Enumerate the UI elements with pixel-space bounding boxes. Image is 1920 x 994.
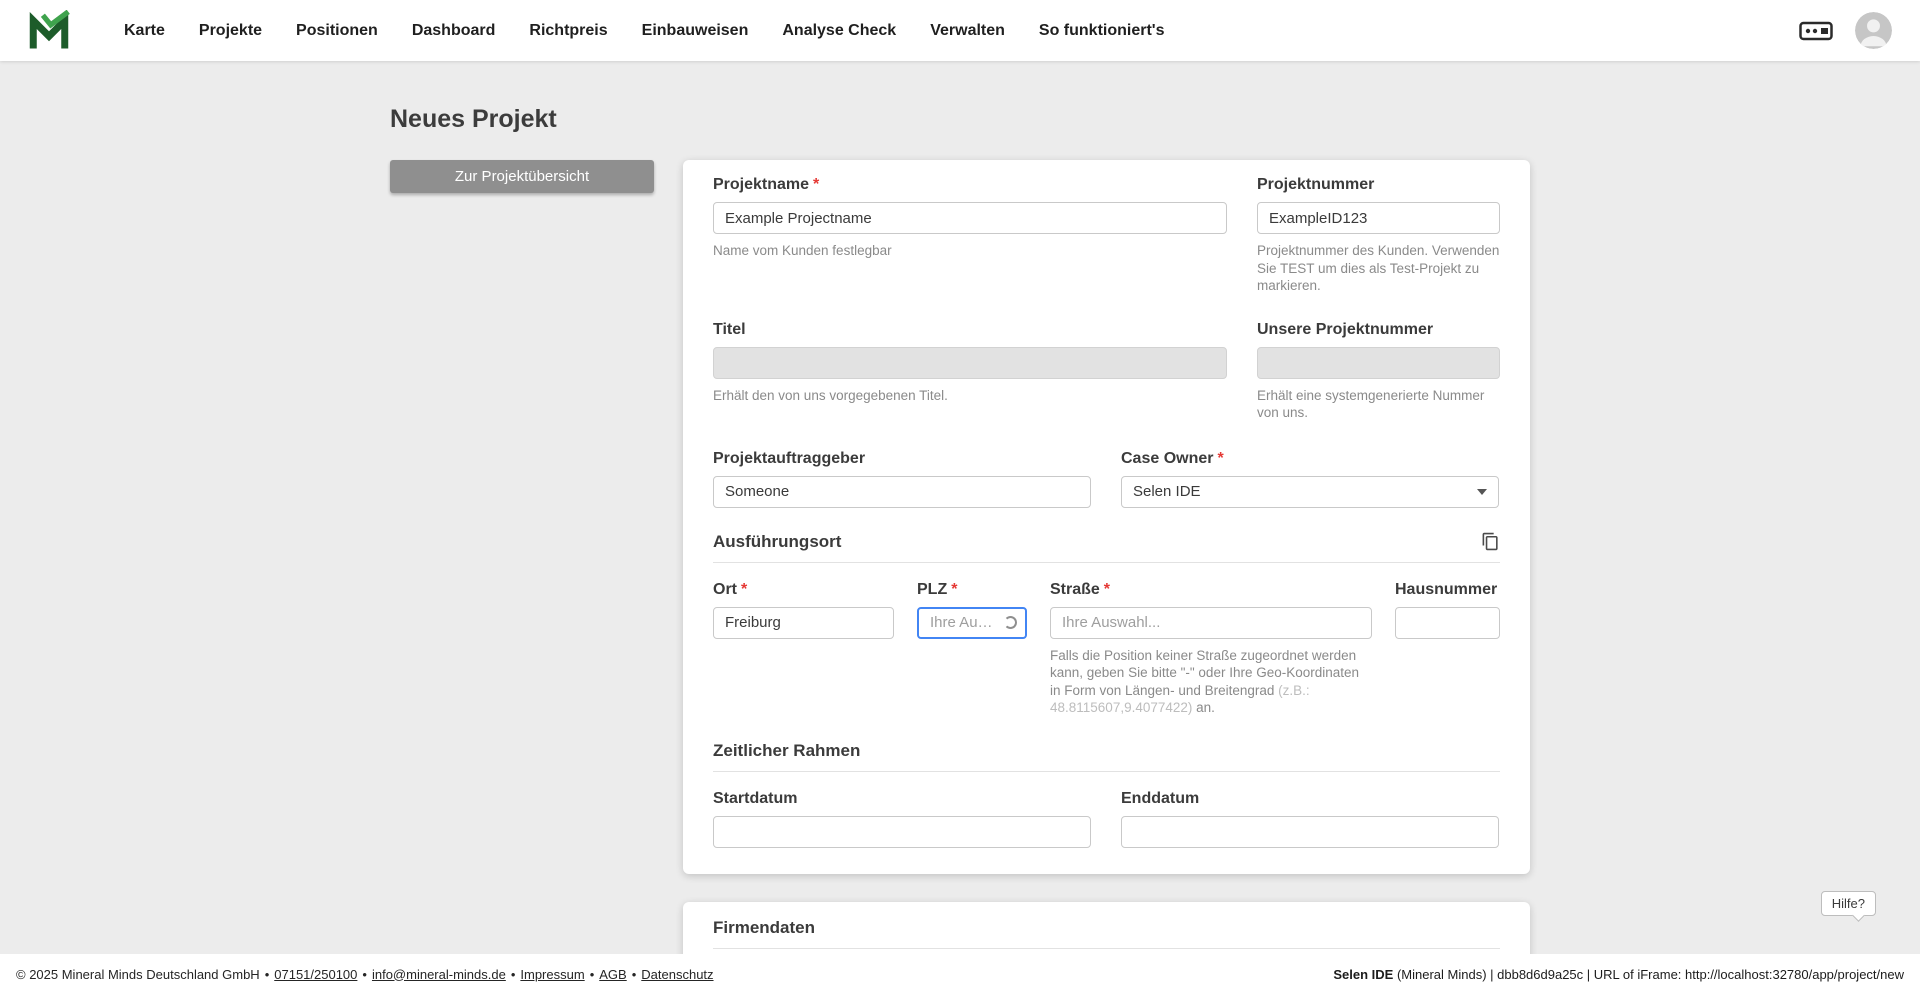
nav-item-analyse-check[interactable]: Analyse Check bbox=[782, 22, 896, 40]
required-asterisk: * bbox=[813, 176, 820, 193]
separator-dot: • bbox=[362, 966, 367, 982]
separator-dot: • bbox=[589, 966, 595, 982]
nav-item-projekte[interactable]: Projekte bbox=[199, 22, 262, 40]
unsere-projektnummer-helper: Erhält eine systemgenerierte Nummer von … bbox=[1257, 387, 1485, 421]
nav-item-richtpreis[interactable]: Richtpreis bbox=[529, 22, 607, 40]
separator-dot: • bbox=[510, 966, 516, 982]
projektname-helper: Name vom Kunden festlegbar bbox=[713, 243, 892, 258]
case-owner-label: Case Owner * bbox=[1121, 449, 1224, 467]
footer-impressum-link[interactable]: Impressum bbox=[520, 967, 584, 982]
hausnummer-input[interactable] bbox=[1395, 606, 1500, 639]
footer-phone-link[interactable]: 07151/250100 bbox=[274, 967, 357, 982]
required-asterisk: * bbox=[1217, 449, 1224, 467]
device-icon[interactable] bbox=[1799, 19, 1833, 43]
ort-input[interactable] bbox=[713, 606, 894, 639]
enddatum-input[interactable] bbox=[1121, 815, 1499, 848]
topbar-right bbox=[1799, 12, 1892, 49]
loading-spinner-icon bbox=[1004, 616, 1017, 630]
main-content: Neues Projekt Zur Projektübersicht Proje… bbox=[0, 61, 1920, 954]
plz-label: PLZ * bbox=[917, 580, 958, 598]
plz-placeholder: Ihre Auswahl... bbox=[930, 614, 999, 632]
separator-dot: • bbox=[631, 966, 637, 982]
unsere-projektnummer-input bbox=[1257, 346, 1500, 379]
separator-dot: • bbox=[264, 966, 270, 982]
footer-left: © 2025 Mineral Minds Deutschland GmbH • … bbox=[16, 967, 714, 982]
case-owner-select[interactable]: Selen IDE bbox=[1121, 475, 1499, 508]
main-nav: Karte Projekte Positionen Dashboard Rich… bbox=[124, 22, 1165, 40]
footer-session-text: (Mineral Minds) | dbb8d6d9a25c | URL of … bbox=[1393, 966, 1904, 982]
footer-user-name: Selen IDE bbox=[1333, 966, 1394, 982]
new-project-form-card: Projektname* Name vom Kunden festlegbar … bbox=[683, 160, 1530, 874]
footer-email-link[interactable]: info@mineral-minds.de bbox=[372, 967, 506, 982]
nav-item-einbauweisen[interactable]: Einbauweisen bbox=[642, 22, 749, 40]
zeitlicher-rahmen-title: Zeitlicher Rahmen bbox=[713, 740, 861, 760]
nav-item-so-funktionierts[interactable]: So funktioniert's bbox=[1039, 22, 1165, 40]
case-owner-value: Selen IDE bbox=[1133, 483, 1201, 501]
footer: © 2025 Mineral Minds Deutschland GmbH • … bbox=[0, 954, 1920, 994]
unsere-projektnummer-label: Unsere Projektnummer bbox=[1257, 320, 1434, 338]
startdatum-input[interactable] bbox=[713, 815, 1091, 848]
nav-item-positionen[interactable]: Positionen bbox=[296, 22, 378, 40]
section-ausfuehrungsort: Ausführungsort bbox=[713, 532, 1500, 563]
copyright-text: © 2025 Mineral Minds Deutschland GmbH bbox=[16, 966, 260, 982]
hausnummer-label: Hausnummer bbox=[1395, 580, 1498, 598]
project-overview-button[interactable]: Zur Projektübersicht bbox=[390, 160, 654, 193]
titel-helper: Erhält den von uns vorgegebenen Titel. bbox=[713, 387, 948, 403]
nav-item-dashboard[interactable]: Dashboard bbox=[412, 22, 496, 40]
firmendaten-card: Firmendaten bbox=[683, 901, 1530, 954]
top-navigation-bar: Karte Projekte Positionen Dashboard Rich… bbox=[0, 0, 1920, 61]
page-title: Neues Projekt bbox=[390, 105, 557, 133]
strasse-input[interactable] bbox=[1050, 606, 1372, 639]
strasse-helper: Falls die Position keiner Straße zugeord… bbox=[1050, 647, 1360, 716]
projektnummer-label: Projektnummer bbox=[1257, 176, 1375, 193]
projektname-input[interactable] bbox=[713, 202, 1227, 234]
projektauftraggeber-label: Projektauftraggeber bbox=[713, 449, 866, 467]
ausfuehrungsort-title: Ausführungsort bbox=[713, 531, 842, 551]
strasse-label: Straße * bbox=[1050, 580, 1111, 598]
footer-datenschutz-link[interactable]: Datenschutz bbox=[641, 967, 713, 982]
section-firmendaten: Firmendaten bbox=[713, 918, 1500, 949]
required-asterisk: * bbox=[951, 580, 958, 598]
titel-input bbox=[713, 346, 1227, 379]
plz-input[interactable]: Ihre Auswahl... bbox=[917, 606, 1027, 639]
chevron-down-icon bbox=[1477, 488, 1487, 495]
nav-item-karte[interactable]: Karte bbox=[124, 22, 165, 40]
nav-item-verwalten[interactable]: Verwalten bbox=[930, 22, 1005, 40]
section-zeitlicher-rahmen: Zeitlicher Rahmen bbox=[713, 741, 1500, 772]
copy-icon[interactable] bbox=[1481, 532, 1500, 551]
required-asterisk: * bbox=[741, 580, 748, 598]
projektnummer-input[interactable] bbox=[1257, 202, 1500, 234]
titel-label: Titel bbox=[713, 320, 746, 338]
ort-label: Ort * bbox=[713, 580, 748, 598]
help-button[interactable]: Hilfe? bbox=[1820, 891, 1876, 916]
footer-agb-link[interactable]: AGB bbox=[599, 967, 626, 982]
projektauftraggeber-input[interactable] bbox=[713, 475, 1091, 508]
mineral-minds-logo-icon[interactable] bbox=[28, 9, 70, 52]
projektnummer-helper: Projektnummer des Kunden. Verwenden Sie … bbox=[1257, 243, 1500, 294]
required-asterisk: * bbox=[1103, 580, 1111, 598]
footer-session-info: Selen IDE (Mineral Minds) | dbb8d6d9a25c… bbox=[1333, 967, 1904, 982]
projektname-label: Projektname * bbox=[713, 176, 820, 193]
firmendaten-title: Firmendaten bbox=[713, 917, 816, 937]
user-avatar[interactable] bbox=[1855, 12, 1892, 49]
enddatum-label: Enddatum bbox=[1121, 789, 1200, 807]
startdatum-label: Startdatum bbox=[713, 789, 798, 807]
